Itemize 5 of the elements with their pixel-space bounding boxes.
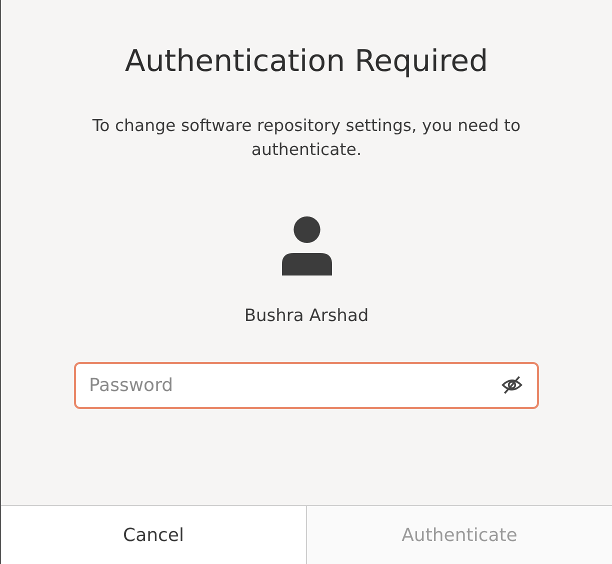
hidden-eye-icon[interactable] bbox=[501, 374, 523, 396]
user-name: Bushra Arshad bbox=[244, 306, 369, 326]
dialog-title: Authentication Required bbox=[124, 44, 488, 81]
password-field[interactable]: Password bbox=[74, 362, 539, 409]
dialog-message: To change software repository settings, you need to authenticate. bbox=[91, 115, 522, 161]
